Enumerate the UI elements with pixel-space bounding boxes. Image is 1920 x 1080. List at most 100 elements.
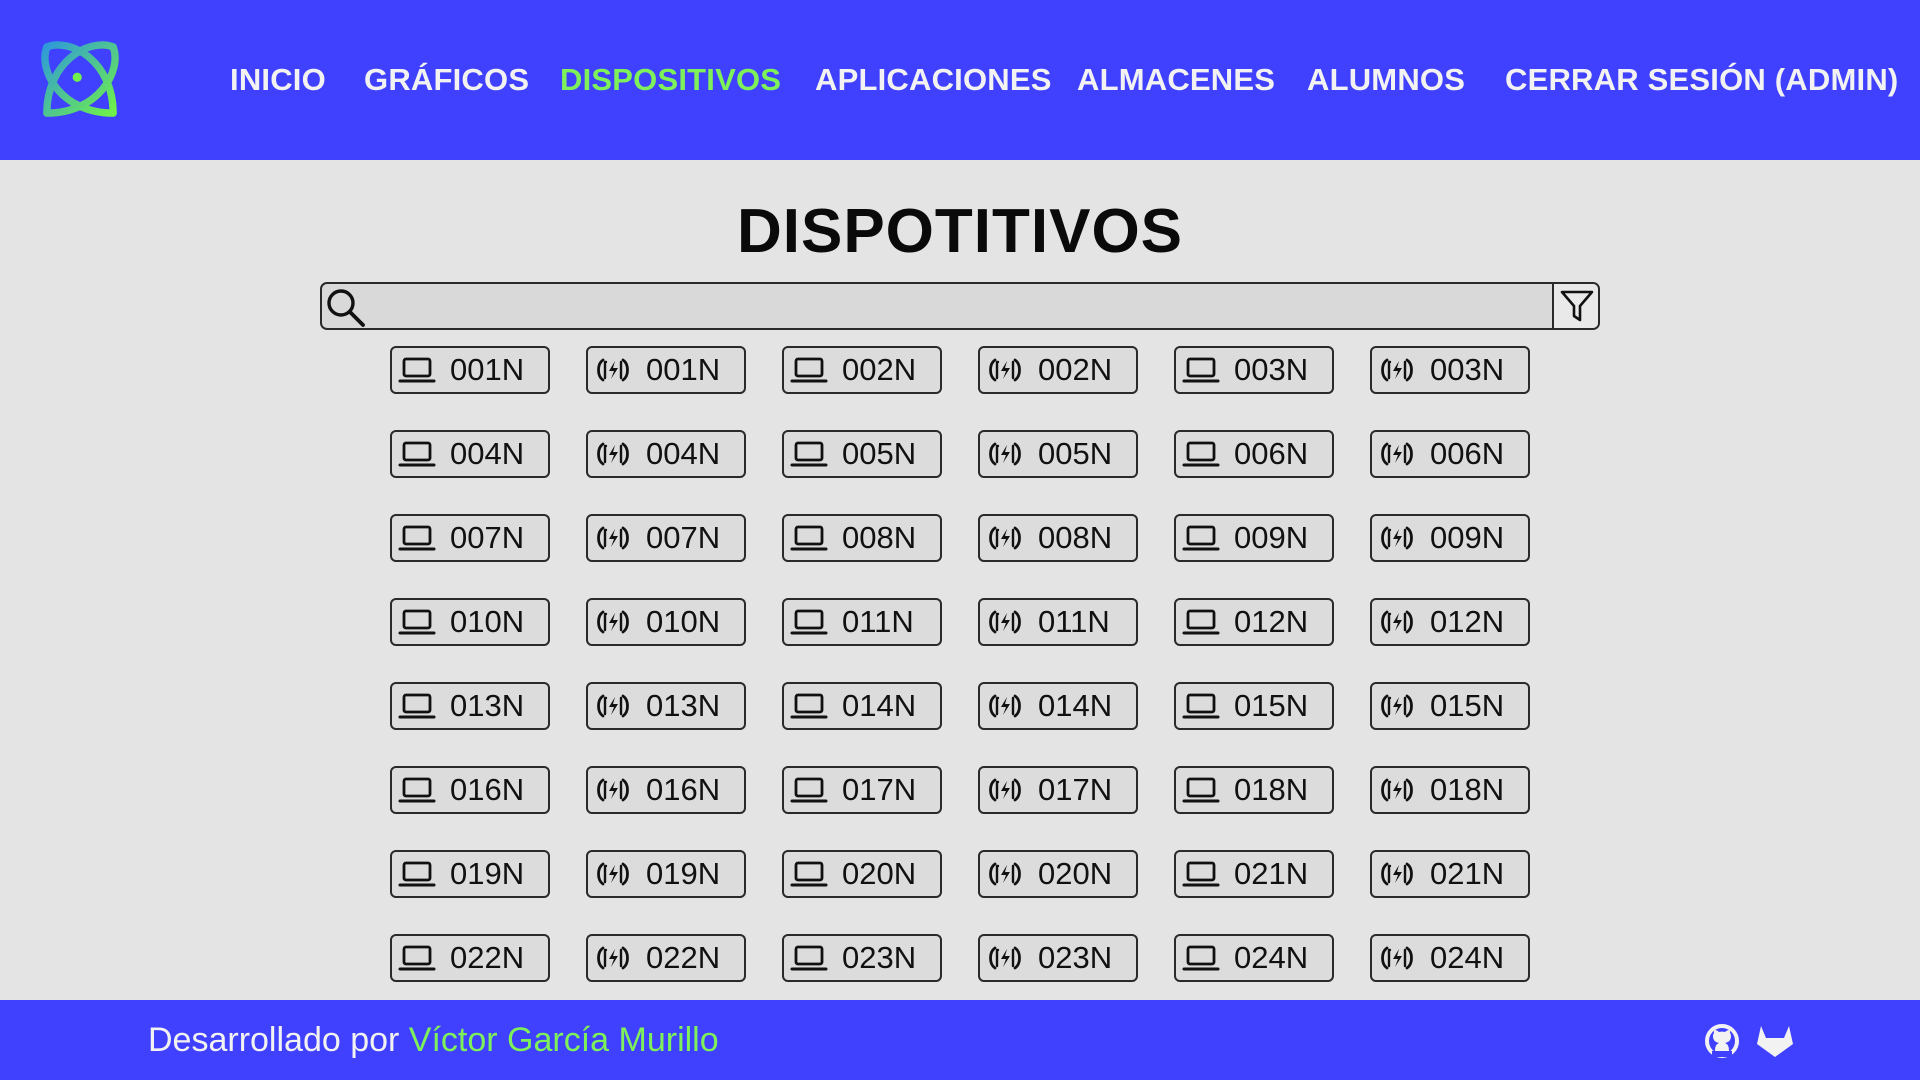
device-button-laptop-015n[interactable]: 015N — [1174, 682, 1334, 730]
device-label: 010N — [450, 604, 525, 639]
charger-icon — [986, 691, 1024, 721]
laptop-icon — [398, 691, 436, 721]
gitlab-icon[interactable] — [1754, 1020, 1796, 1060]
device-label: 024N — [1234, 940, 1309, 975]
device-label: 003N — [1430, 352, 1505, 387]
device-button-charger-014n[interactable]: 014N — [978, 682, 1138, 730]
nav-item-alumnos[interactable]: ALUMNOS — [1307, 60, 1465, 100]
search-icon[interactable] — [324, 286, 366, 328]
device-button-charger-021n[interactable]: 021N — [1370, 850, 1530, 898]
device-button-charger-013n[interactable]: 013N — [586, 682, 746, 730]
device-button-laptop-016n[interactable]: 016N — [390, 766, 550, 814]
device-label: 023N — [1038, 940, 1113, 975]
device-button-laptop-010n[interactable]: 010N — [390, 598, 550, 646]
github-icon[interactable] — [1702, 1021, 1742, 1061]
device-button-charger-023n[interactable]: 023N — [978, 934, 1138, 982]
charger-icon — [986, 859, 1024, 889]
device-label: 004N — [450, 436, 525, 471]
laptop-icon — [1182, 691, 1220, 721]
device-button-laptop-004n[interactable]: 004N — [390, 430, 550, 478]
device-button-charger-024n[interactable]: 024N — [1370, 934, 1530, 982]
device-label: 023N — [842, 940, 917, 975]
device-button-charger-009n[interactable]: 009N — [1370, 514, 1530, 562]
device-label: 012N — [1430, 604, 1505, 639]
device-button-charger-004n[interactable]: 004N — [586, 430, 746, 478]
device-label: 011N — [1038, 604, 1110, 639]
device-button-charger-008n[interactable]: 008N — [978, 514, 1138, 562]
charger-icon — [986, 775, 1024, 805]
device-button-laptop-006n[interactable]: 006N — [1174, 430, 1334, 478]
device-label: 008N — [842, 520, 917, 555]
device-button-laptop-009n[interactable]: 009N — [1174, 514, 1334, 562]
laptop-icon — [790, 523, 828, 553]
laptop-icon — [398, 775, 436, 805]
charger-icon — [1378, 943, 1416, 973]
charger-icon — [986, 523, 1024, 553]
laptop-icon — [790, 691, 828, 721]
nav-item-aplicaciones[interactable]: APLICACIONES — [815, 60, 1052, 100]
device-button-charger-015n[interactable]: 015N — [1370, 682, 1530, 730]
device-button-laptop-017n[interactable]: 017N — [782, 766, 942, 814]
charger-icon — [986, 439, 1024, 469]
search-input[interactable] — [370, 286, 1550, 326]
device-label: 021N — [1430, 856, 1505, 891]
device-button-laptop-021n[interactable]: 021N — [1174, 850, 1334, 898]
laptop-icon — [398, 859, 436, 889]
charger-icon — [986, 355, 1024, 385]
device-button-laptop-014n[interactable]: 014N — [782, 682, 942, 730]
device-button-laptop-020n[interactable]: 020N — [782, 850, 942, 898]
device-label: 014N — [842, 688, 917, 723]
device-button-charger-007n[interactable]: 007N — [586, 514, 746, 562]
device-label: 002N — [1038, 352, 1113, 387]
device-label: 022N — [646, 940, 721, 975]
device-button-laptop-008n[interactable]: 008N — [782, 514, 942, 562]
nav-item-inicio[interactable]: INICIO — [230, 60, 326, 100]
charger-icon — [594, 607, 632, 637]
charger-icon — [986, 943, 1024, 973]
main-nav: INICIO GRÁFICOS DISPOSITIVOS APLICACIONE… — [0, 60, 1920, 100]
device-button-charger-010n[interactable]: 010N — [586, 598, 746, 646]
device-button-laptop-019n[interactable]: 019N — [390, 850, 550, 898]
device-button-laptop-002n[interactable]: 002N — [782, 346, 942, 394]
filter-icon — [1560, 290, 1594, 322]
laptop-icon — [790, 943, 828, 973]
author-link[interactable]: Víctor García Murillo — [409, 1021, 719, 1059]
device-button-charger-018n[interactable]: 018N — [1370, 766, 1530, 814]
device-button-charger-017n[interactable]: 017N — [978, 766, 1138, 814]
device-button-charger-020n[interactable]: 020N — [978, 850, 1138, 898]
laptop-icon — [790, 355, 828, 385]
device-button-laptop-012n[interactable]: 012N — [1174, 598, 1334, 646]
device-button-charger-012n[interactable]: 012N — [1370, 598, 1530, 646]
device-button-laptop-022n[interactable]: 022N — [390, 934, 550, 982]
filter-button[interactable] — [1552, 284, 1598, 328]
laptop-icon — [790, 859, 828, 889]
device-button-charger-002n[interactable]: 002N — [978, 346, 1138, 394]
device-button-charger-001n[interactable]: 001N — [586, 346, 746, 394]
device-button-charger-022n[interactable]: 022N — [586, 934, 746, 982]
device-button-laptop-013n[interactable]: 013N — [390, 682, 550, 730]
device-button-laptop-003n[interactable]: 003N — [1174, 346, 1334, 394]
device-button-charger-016n[interactable]: 016N — [586, 766, 746, 814]
device-button-charger-005n[interactable]: 005N — [978, 430, 1138, 478]
device-button-laptop-001n[interactable]: 001N — [390, 346, 550, 394]
nav-item-graficos[interactable]: GRÁFICOS — [364, 60, 529, 100]
device-button-laptop-007n[interactable]: 007N — [390, 514, 550, 562]
device-button-laptop-005n[interactable]: 005N — [782, 430, 942, 478]
nav-item-cerrar-sesion[interactable]: CERRAR SESIÓN (ADMIN) — [1505, 60, 1898, 100]
charger-icon — [594, 775, 632, 805]
device-button-charger-003n[interactable]: 003N — [1370, 346, 1530, 394]
nav-item-almacenes[interactable]: ALMACENES — [1077, 60, 1275, 100]
device-button-charger-006n[interactable]: 006N — [1370, 430, 1530, 478]
device-button-charger-011n[interactable]: 011N — [978, 598, 1138, 646]
charger-icon — [594, 439, 632, 469]
device-button-laptop-024n[interactable]: 024N — [1174, 934, 1334, 982]
charger-icon — [594, 355, 632, 385]
device-button-laptop-011n[interactable]: 011N — [782, 598, 942, 646]
laptop-icon — [1182, 775, 1220, 805]
device-button-laptop-018n[interactable]: 018N — [1174, 766, 1334, 814]
device-label: 001N — [450, 352, 525, 387]
device-button-charger-019n[interactable]: 019N — [586, 850, 746, 898]
nav-item-dispositivos[interactable]: DISPOSITIVOS — [560, 60, 781, 100]
device-button-laptop-023n[interactable]: 023N — [782, 934, 942, 982]
laptop-icon — [398, 355, 436, 385]
